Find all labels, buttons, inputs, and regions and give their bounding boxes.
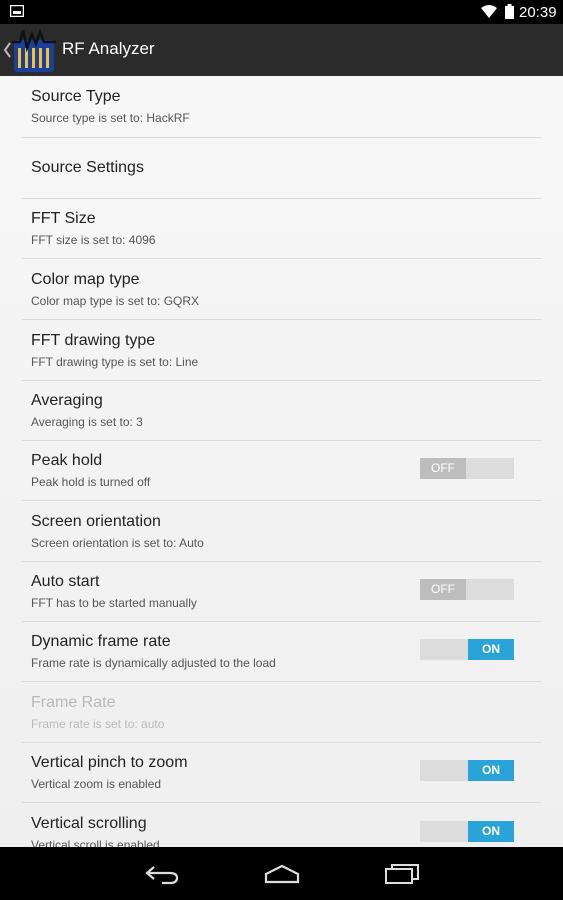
app-title: RF Analyzer (62, 39, 155, 58)
setting-frame-rate: Frame Rate Frame rate is set to: auto (22, 682, 541, 743)
setting-summary: Vertical zoom is enabled (31, 777, 162, 791)
action-bar: RF Analyzer (0, 24, 563, 76)
setting-vertical-scrolling[interactable]: Vertical scrolling Vertical scroll is en… (22, 803, 541, 847)
setting-color-map-type[interactable]: Color map type Color map type is set to:… (22, 259, 541, 320)
setting-title: Source Settings (31, 159, 144, 176)
setting-summary: Vertical scroll is enabled (31, 838, 160, 847)
setting-summary: Source type is set to: HackRF (31, 111, 190, 125)
setting-title: Dynamic frame rate (31, 633, 171, 650)
nav-back-icon[interactable] (144, 863, 180, 885)
setting-title: Screen orientation (31, 513, 161, 530)
setting-title: Vertical scrolling (31, 815, 147, 832)
toggle-knob: OFF (420, 579, 466, 600)
setting-averaging[interactable]: Averaging Averaging is set to: 3 (22, 380, 541, 441)
toggle-knob: ON (468, 760, 514, 781)
auto-start-toggle[interactable]: OFF (420, 579, 514, 600)
setting-source-type[interactable]: Source Type Source type is set to: HackR… (22, 76, 541, 138)
notification-icon (10, 5, 24, 17)
setting-summary: Peak hold is turned off (31, 475, 151, 489)
wifi-icon (481, 5, 497, 18)
setting-vertical-pinch-zoom[interactable]: Vertical pinch to zoom Vertical zoom is … (22, 742, 541, 803)
setting-summary: FFT drawing type is set to: Line (31, 355, 199, 369)
battery-icon (505, 4, 514, 19)
setting-title: Color map type (31, 271, 140, 288)
settings-list[interactable]: Source Type Source type is set to: HackR… (0, 76, 563, 847)
setting-summary: FFT size is set to: 4096 (31, 233, 156, 247)
setting-title: Vertical pinch to zoom (31, 754, 188, 771)
dynamic-frame-rate-toggle[interactable]: ON (420, 639, 514, 660)
setting-summary: Color map type is set to: GQRX (31, 294, 200, 308)
status-bar: 20:39 (0, 0, 563, 24)
nav-recents-icon[interactable] (384, 863, 420, 885)
setting-screen-orientation[interactable]: Screen orientation Screen orientation is… (22, 501, 541, 562)
toggle-knob: ON (468, 639, 514, 660)
toggle-knob: OFF (420, 458, 466, 479)
setting-summary: Screen orientation is set to: Auto (31, 536, 204, 550)
setting-peak-hold[interactable]: Peak hold Peak hold is turned off OFF (22, 440, 541, 501)
setting-summary: Frame rate is set to: auto (31, 717, 165, 731)
vertical-pinch-zoom-toggle[interactable]: ON (420, 760, 514, 781)
setting-title: Averaging (31, 392, 103, 409)
nav-home-icon[interactable] (264, 864, 300, 884)
navigation-bar (0, 847, 563, 900)
setting-title: FFT drawing type (31, 332, 156, 349)
setting-title: Frame Rate (31, 694, 116, 711)
setting-title: Peak hold (31, 452, 103, 469)
setting-title: FFT Size (31, 210, 96, 227)
setting-source-settings[interactable]: Source Settings (22, 137, 541, 199)
setting-summary: Frame rate is dynamically adjusted to th… (31, 656, 276, 670)
setting-auto-start[interactable]: Auto start FFT has to be started manuall… (22, 561, 541, 622)
vertical-scrolling-toggle[interactable]: ON (420, 821, 514, 842)
setting-title: Auto start (31, 573, 100, 590)
status-time: 20:39 (519, 4, 557, 21)
peak-hold-toggle[interactable]: OFF (420, 458, 514, 479)
setting-summary: FFT has to be started manually (31, 596, 197, 610)
setting-fft-drawing-type[interactable]: FFT drawing type FFT drawing type is set… (22, 320, 541, 381)
setting-dynamic-frame-rate[interactable]: Dynamic frame rate Frame rate is dynamic… (22, 621, 541, 682)
setting-summary: Averaging is set to: 3 (31, 415, 143, 429)
app-icon[interactable] (10, 26, 58, 74)
setting-title: Source Type (31, 88, 121, 105)
toggle-knob: ON (468, 821, 514, 842)
setting-fft-size[interactable]: FFT Size FFT size is set to: 4096 (22, 198, 541, 259)
